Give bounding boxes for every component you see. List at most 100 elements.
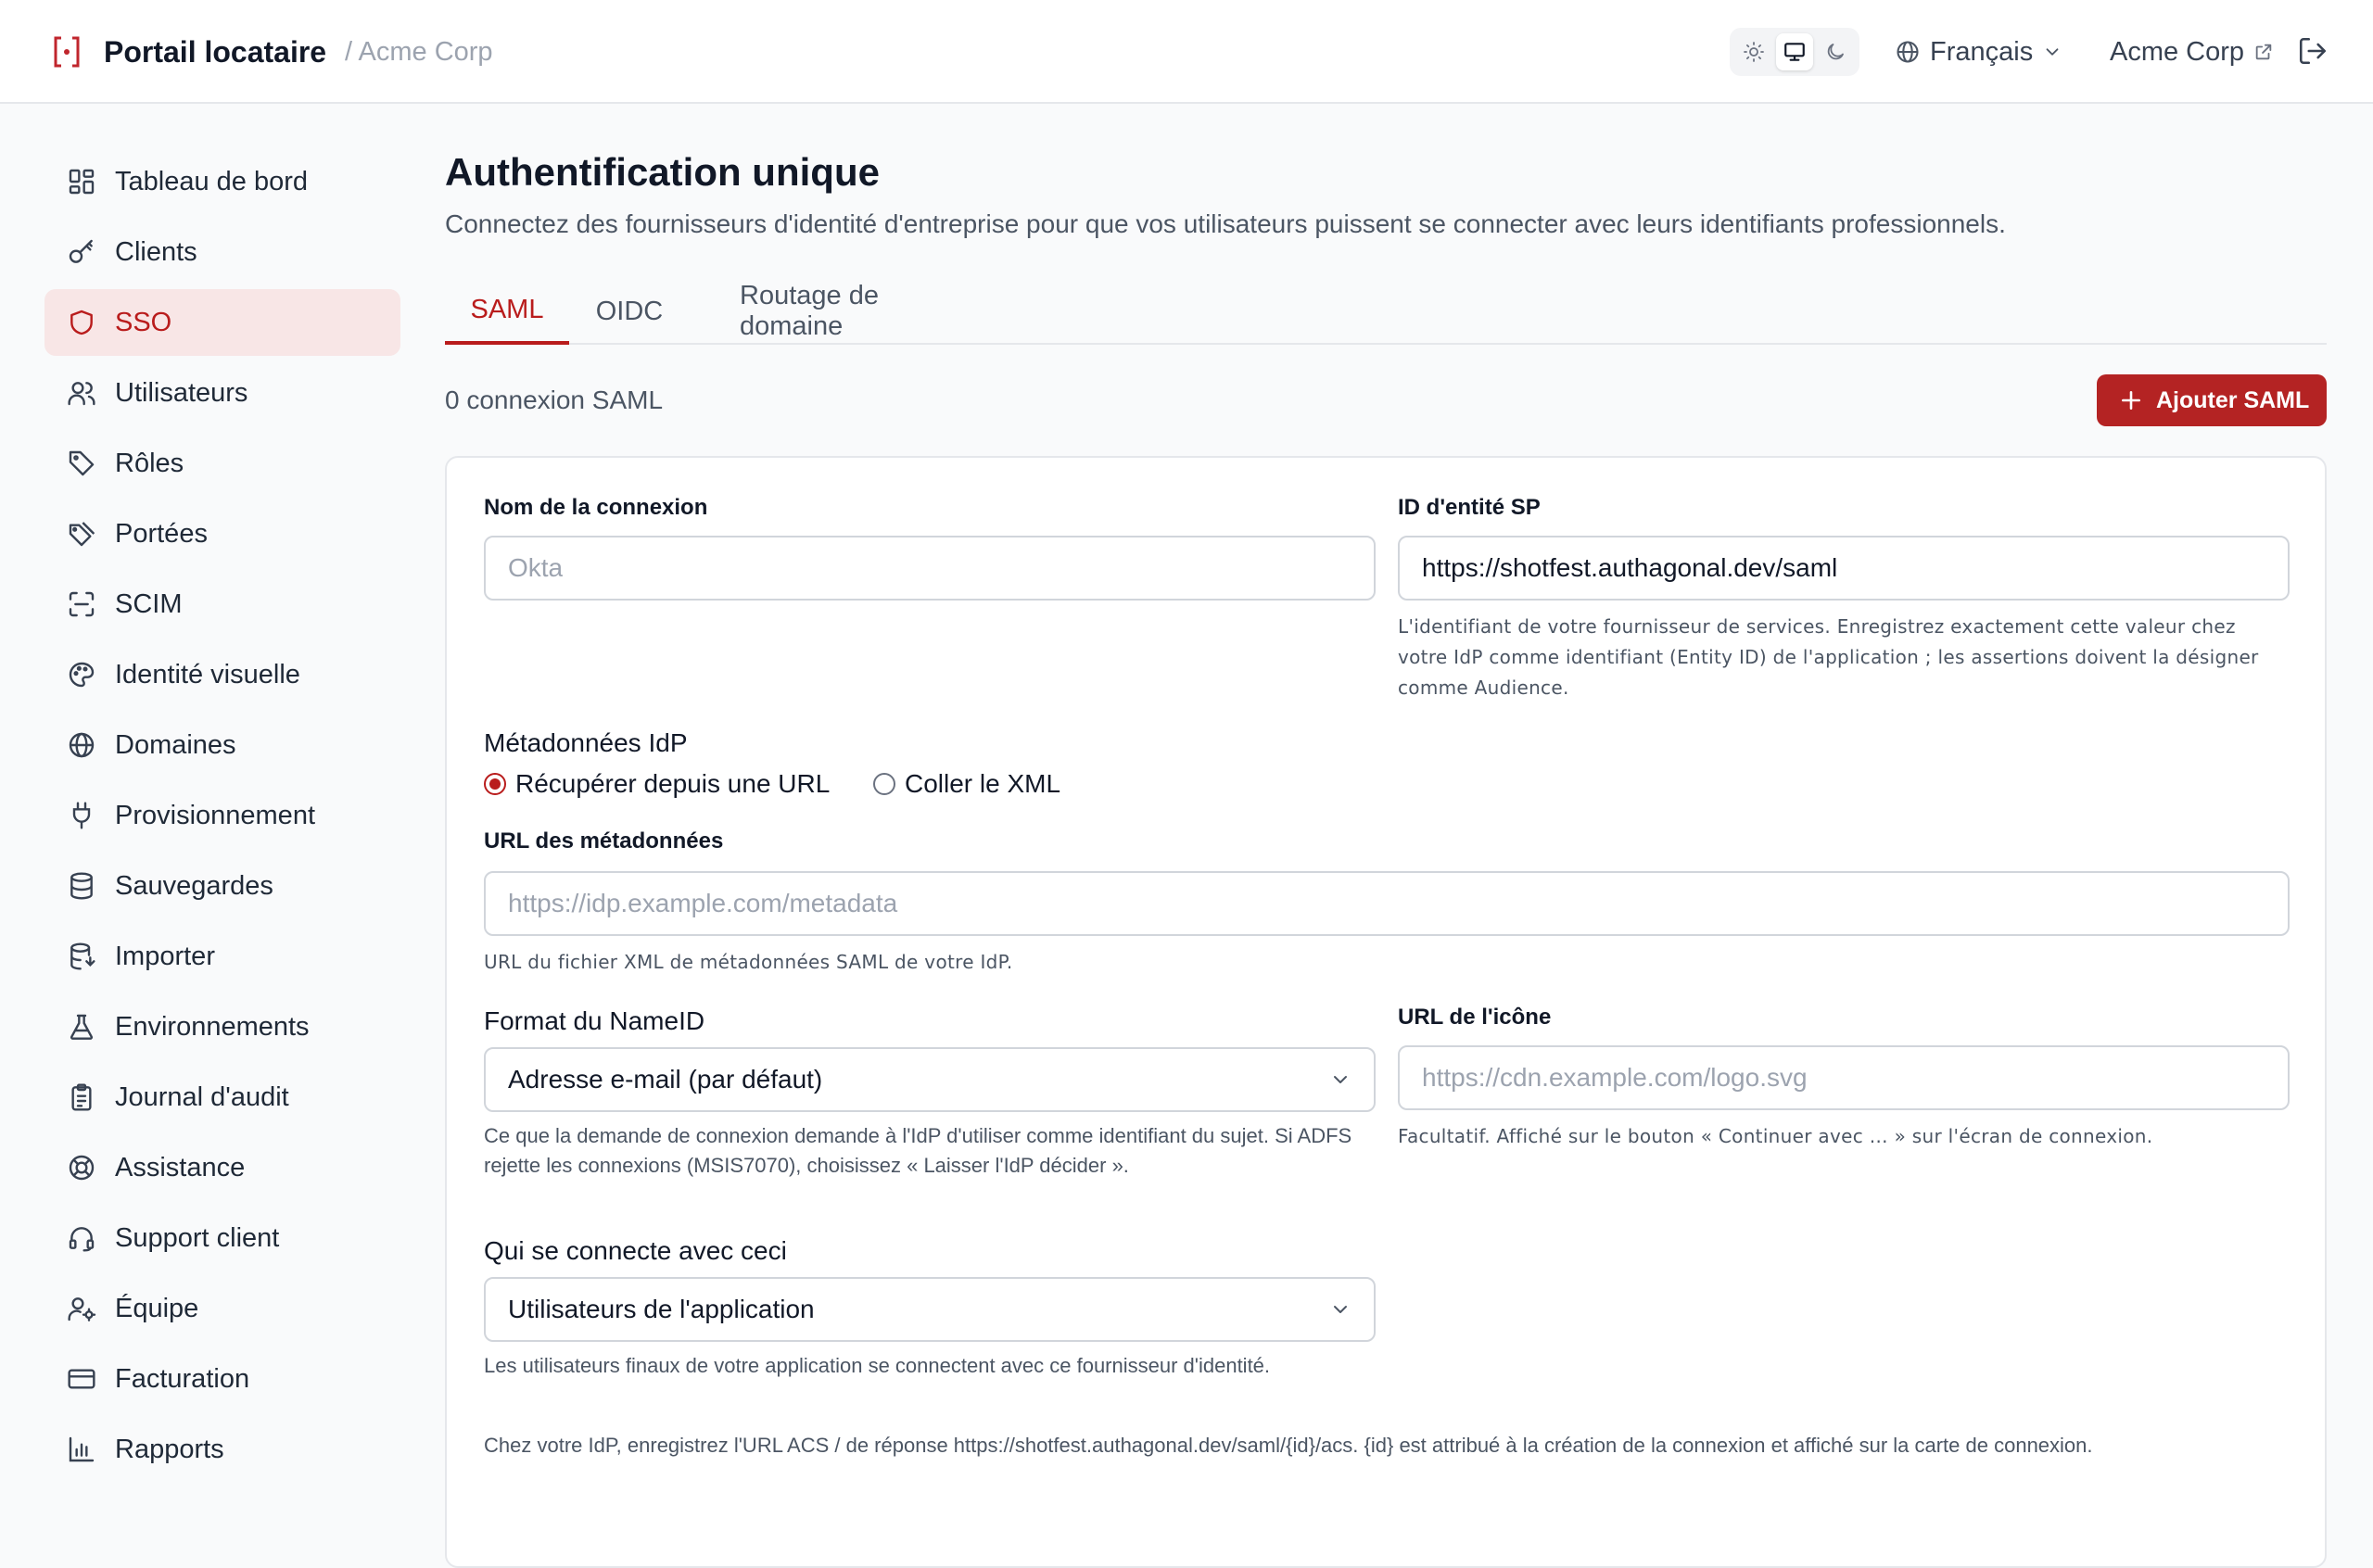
radio-label: Récupérer depuis une URL — [515, 769, 831, 798]
palette-icon — [69, 662, 95, 688]
radio-button-checked[interactable] — [484, 773, 506, 795]
sidebar-item-label: Assistance — [115, 1152, 246, 1182]
metadata-from-url-radio[interactable]: Récupérer depuis une URL — [484, 769, 830, 799]
users-icon — [68, 382, 95, 406]
sidebar-item-team[interactable]: Équipe — [44, 1275, 400, 1342]
add-saml-button[interactable]: Ajouter SAML — [2097, 374, 2327, 426]
sp-entity-id-label: ID d'entité SP — [1398, 495, 1541, 520]
sidebar-item-scopes[interactable]: Portées — [44, 500, 400, 567]
sidebar-item-domains[interactable]: Domaines — [44, 712, 400, 778]
credit-card-icon — [68, 1369, 95, 1389]
nameid-format-label: Format du NameID — [484, 1006, 705, 1035]
sidebar-item-label: Rapports — [115, 1434, 224, 1464]
brand-logo-icon — [52, 35, 82, 69]
dashboard-icon — [69, 169, 95, 195]
sidebar-item-reports[interactable]: Rapports — [44, 1416, 400, 1483]
idp-metadata-label: Métadonnées IdP — [484, 728, 688, 757]
sp-entity-id-input[interactable] — [1398, 536, 2290, 601]
sidebar-item-label: Tableau de bord — [115, 166, 308, 196]
database-icon — [70, 872, 93, 900]
icon-url-input[interactable] — [1398, 1045, 2290, 1110]
radio-button[interactable] — [873, 773, 895, 795]
sidebar-item-label: Journal d'audit — [115, 1081, 289, 1112]
user-cog-icon — [68, 1297, 96, 1321]
sidebar-nav: Tableau de bord Clients SSO Utilisateurs… — [44, 148, 400, 1486]
acs-url-note: Chez votre IdP, enregistrez l'URL ACS / … — [484, 1434, 2093, 1457]
bar-chart-icon — [69, 1436, 95, 1462]
app-title: Portail locataire — [104, 35, 327, 69]
sp-entity-id-help: L'identifiant de votre fournisseur de se… — [1398, 615, 2259, 699]
page-title: Authentification unique — [445, 150, 880, 194]
metadata-paste-xml-radio[interactable]: Coller le XML — [873, 769, 1060, 799]
who-connects-label: Qui se connecte avec ceci — [484, 1236, 787, 1265]
metadata-url-input[interactable] — [484, 871, 2290, 936]
metadata-url-label: URL des métadonnées — [484, 828, 724, 854]
shield-icon — [70, 310, 93, 335]
sidebar-item-assistance[interactable]: Assistance — [44, 1134, 400, 1201]
tab-oidc[interactable]: OIDC — [586, 278, 673, 345]
sidebar-item-label: Facturation — [115, 1363, 250, 1394]
language-selector[interactable]: Français — [1895, 32, 2062, 72]
tenant-external-link[interactable]: Acme Corp — [2110, 32, 2274, 72]
sidebar-item-import[interactable]: Importer — [44, 923, 400, 990]
sidebar-item-clients[interactable]: Clients — [44, 219, 400, 285]
sidebar-item-label: Clients — [115, 236, 197, 267]
sidebar-item-provisioning[interactable]: Provisionnement — [44, 782, 400, 849]
sidebar-item-label: Support client — [115, 1222, 280, 1253]
sidebar-item-label: Portées — [115, 518, 208, 549]
who-connects-value: Utilisateurs de l'application — [508, 1295, 815, 1323]
flask-icon — [70, 1014, 94, 1040]
tags-icon — [69, 522, 95, 547]
plug-icon — [72, 802, 91, 829]
tab-domain-routing[interactable]: Routage de domaine — [740, 278, 984, 345]
page-description: Connectez des fournisseurs d'identité d'… — [445, 209, 2006, 238]
saml-connection-form: Nom de la connexion ID d'entité SP L'ide… — [445, 456, 2327, 1568]
database-import-icon — [70, 942, 95, 970]
tenant-link-label: Acme Corp — [2110, 36, 2245, 67]
sidebar-item-label: Rôles — [115, 448, 184, 478]
key-icon — [69, 239, 93, 263]
sidebar-item-dashboard[interactable]: Tableau de bord — [44, 148, 400, 215]
globe-icon — [1897, 41, 1919, 63]
sidebar-item-branding[interactable]: Identité visuelle — [44, 641, 400, 708]
tab-saml[interactable]: SAML — [445, 278, 569, 345]
sidebar-item-label: Provisionnement — [115, 800, 315, 830]
theme-system-button[interactable] — [1776, 33, 1813, 70]
theme-dark-button[interactable] — [1817, 33, 1854, 70]
scan-icon — [69, 591, 95, 617]
chevron-down-icon — [1334, 1306, 1347, 1313]
nameid-format-value: Adresse e-mail (par défaut) — [508, 1065, 823, 1094]
sidebar-item-sso[interactable]: SSO — [44, 289, 400, 356]
logout-button[interactable] — [2297, 35, 2330, 69]
sidebar-item-roles[interactable]: Rôles — [44, 430, 400, 497]
sidebar-item-billing[interactable]: Facturation — [44, 1346, 400, 1412]
sidebar-item-environments[interactable]: Environnements — [44, 993, 400, 1060]
tag-icon — [69, 450, 95, 476]
who-connects-help: Les utilisateurs finaux de votre applica… — [484, 1354, 1271, 1377]
sidebar-item-scim[interactable]: SCIM — [44, 571, 400, 638]
radio-label: Coller le XML — [905, 769, 1061, 798]
theme-light-button[interactable] — [1735, 33, 1772, 70]
connection-name-label: Nom de la connexion — [484, 495, 708, 520]
icon-url-help: Facultatif. Affiché sur le bouton « Cont… — [1398, 1125, 2153, 1147]
sidebar-item-label: SCIM — [115, 588, 183, 619]
sidebar-item-label: Domaines — [115, 729, 236, 760]
external-link-icon — [2255, 44, 2272, 60]
lifebuoy-icon — [69, 1155, 95, 1181]
sidebar-item-label: Environnements — [115, 1011, 310, 1042]
sidebar-item-customer-support[interactable]: Support client — [44, 1205, 400, 1271]
language-label: Français — [1930, 36, 2034, 67]
nameid-format-select[interactable]: Adresse e-mail (par défaut) — [484, 1047, 1376, 1112]
add-saml-label: Ajouter SAML — [2156, 386, 2310, 413]
sidebar-item-audit-log[interactable]: Journal d'audit — [44, 1064, 400, 1131]
tab-bar: SAML OIDC Routage de domaine — [445, 278, 2327, 345]
connection-name-input[interactable] — [484, 536, 1376, 601]
who-connects-select[interactable]: Utilisateurs de l'application — [484, 1277, 1376, 1342]
sidebar-item-backups[interactable]: Sauvegardes — [44, 853, 400, 919]
theme-toggle — [1730, 28, 1859, 76]
sun-icon — [1744, 42, 1764, 62]
plus-icon — [2122, 391, 2140, 410]
sidebar-item-users[interactable]: Utilisateurs — [44, 360, 400, 426]
chevron-down-icon — [2046, 48, 2059, 56]
sidebar-item-label: Identité visuelle — [115, 659, 300, 689]
